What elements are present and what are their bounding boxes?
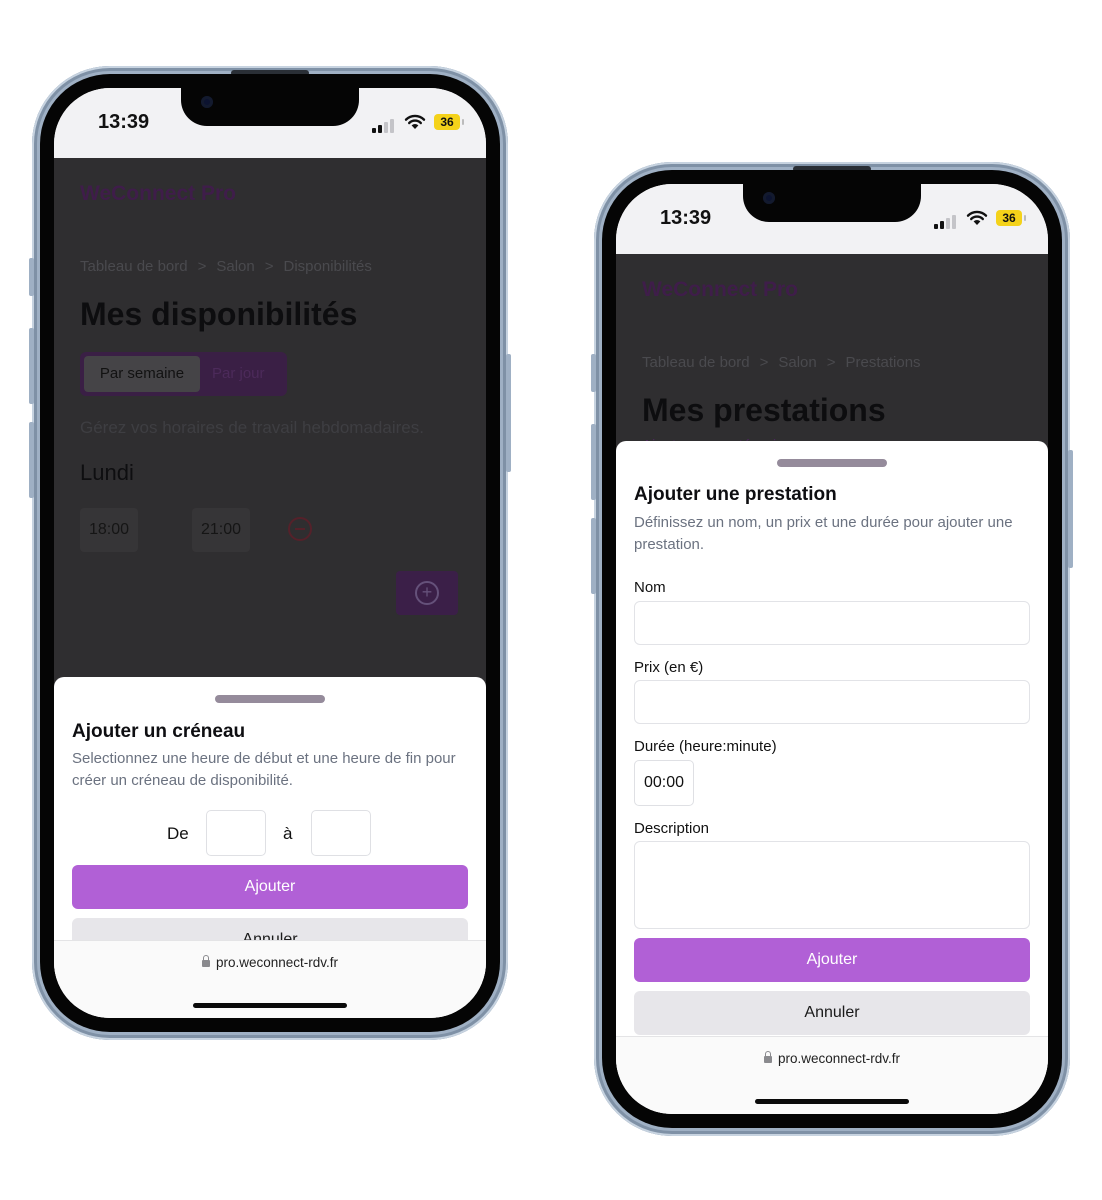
browser-url-bar[interactable]: pro.weconnect-rdv.fr [54, 940, 486, 1018]
breadcrumb-item[interactable]: Salon [216, 258, 254, 275]
duration-label: Durée (heure:minute) [634, 738, 777, 755]
add-slot-button[interactable]: + [396, 571, 458, 615]
signal-icon [372, 119, 394, 133]
status-time: 13:39 [98, 111, 150, 133]
screen: 13:39 36 WeConnect Pro Tableau de bord >… [616, 184, 1048, 1114]
battery-icon: 36 [434, 114, 464, 130]
phone-frame-left: 13:39 36 WeConnect Pro Tableau de bord >… [29, 66, 511, 1040]
power-button [1068, 450, 1073, 568]
lock-icon [763, 1051, 772, 1063]
volume-down-button [29, 422, 34, 498]
bottom-sheet: Ajouter une prestation Définissez un nom… [616, 441, 1048, 1114]
status-bar: 13:39 36 [54, 88, 486, 158]
breadcrumb: Tableau de bord > Salon > Prestations [642, 354, 921, 371]
description-label: Description [634, 820, 710, 837]
remove-slot-icon[interactable] [288, 517, 312, 541]
price-input[interactable] [634, 680, 1030, 724]
silent-switch [591, 354, 596, 392]
power-button [506, 354, 511, 472]
breadcrumb: Tableau de bord > Salon > Disponibilités [80, 258, 372, 275]
browser-url-bar[interactable]: pro.weconnect-rdv.fr [616, 1036, 1048, 1114]
brand-logo[interactable]: WeConnect Pro [642, 278, 798, 302]
notch [181, 88, 359, 126]
page-title: Mes disponibilités [80, 296, 358, 332]
page-description: Gérez vos horaires de travail hebdomadai… [80, 418, 424, 437]
to-label: à [283, 824, 293, 843]
url-text: pro.weconnect-rdv.fr [215, 955, 339, 970]
notch [743, 184, 921, 222]
screen: 13:39 36 WeConnect Pro Tableau de bord >… [54, 88, 486, 1018]
phone-frame-right: 13:39 36 WeConnect Pro Tableau de bord >… [591, 162, 1073, 1136]
breadcrumb-item[interactable]: Prestations [846, 354, 921, 371]
chevron-right-icon: > [826, 354, 836, 371]
volume-up-button [591, 424, 596, 500]
home-indicator[interactable] [755, 1099, 909, 1104]
chevron-right-icon: > [197, 258, 207, 275]
breadcrumb-item[interactable]: Salon [778, 354, 816, 371]
status-time: 13:39 [660, 207, 712, 229]
name-input[interactable] [634, 601, 1030, 645]
sheet-title: Ajouter une prestation [634, 484, 837, 505]
sheet-subtitle: Selectionnez une heure de début et une h… [72, 750, 456, 789]
front-camera [201, 96, 213, 108]
tab-par-semaine[interactable]: Par semaine [84, 356, 200, 392]
status-bar: 13:39 36 [616, 184, 1048, 254]
name-label: Nom [634, 579, 666, 596]
plus-circle-icon: + [415, 581, 439, 605]
lock-icon [201, 955, 210, 967]
slot-end-time[interactable]: 21:00 [192, 508, 250, 552]
url-text: pro.weconnect-rdv.fr [777, 1051, 901, 1066]
duration-input[interactable]: 00:00 [634, 760, 694, 806]
sheet-drag-handle[interactable] [215, 695, 325, 703]
day-heading: Lundi [80, 460, 134, 485]
volume-down-button [591, 518, 596, 594]
from-label: De [167, 824, 189, 843]
view-segmented-control: Par semaine Par jour [80, 352, 287, 396]
brand-logo[interactable]: WeConnect Pro [80, 182, 236, 206]
sheet-title: Ajouter un créneau [72, 721, 246, 742]
price-label: Prix (en €) [634, 659, 704, 676]
battery-icon: 36 [996, 210, 1026, 226]
chevron-right-icon: > [264, 258, 274, 275]
url-display: pro.weconnect-rdv.fr [54, 955, 486, 970]
start-time-input[interactable] [206, 810, 266, 856]
wifi-icon [966, 210, 988, 225]
sheet-drag-handle[interactable] [777, 459, 887, 467]
breadcrumb-item[interactable]: Disponibilités [284, 258, 372, 275]
silent-switch [29, 258, 34, 296]
wifi-icon [404, 114, 426, 129]
breadcrumb-item[interactable]: Tableau de bord [642, 354, 750, 371]
page-title: Mes prestations [642, 392, 886, 428]
annuler-button[interactable]: Annuler [634, 991, 1030, 1035]
signal-icon [934, 215, 956, 229]
chevron-right-icon: > [759, 354, 769, 371]
ajouter-button[interactable]: Ajouter [634, 938, 1030, 982]
tab-par-jour[interactable]: Par jour [212, 356, 265, 392]
breadcrumb-item[interactable]: Tableau de bord [80, 258, 188, 275]
volume-up-button [29, 328, 34, 404]
end-time-input[interactable] [311, 810, 371, 856]
ajouter-button[interactable]: Ajouter [72, 865, 468, 909]
slot-start-time[interactable]: 18:00 [80, 508, 138, 552]
home-indicator[interactable] [193, 1003, 347, 1008]
sheet-subtitle: Définissez un nom, un prix et une durée … [634, 514, 1013, 553]
front-camera [763, 192, 775, 204]
description-textarea[interactable] [634, 841, 1030, 929]
url-display: pro.weconnect-rdv.fr [616, 1051, 1048, 1066]
